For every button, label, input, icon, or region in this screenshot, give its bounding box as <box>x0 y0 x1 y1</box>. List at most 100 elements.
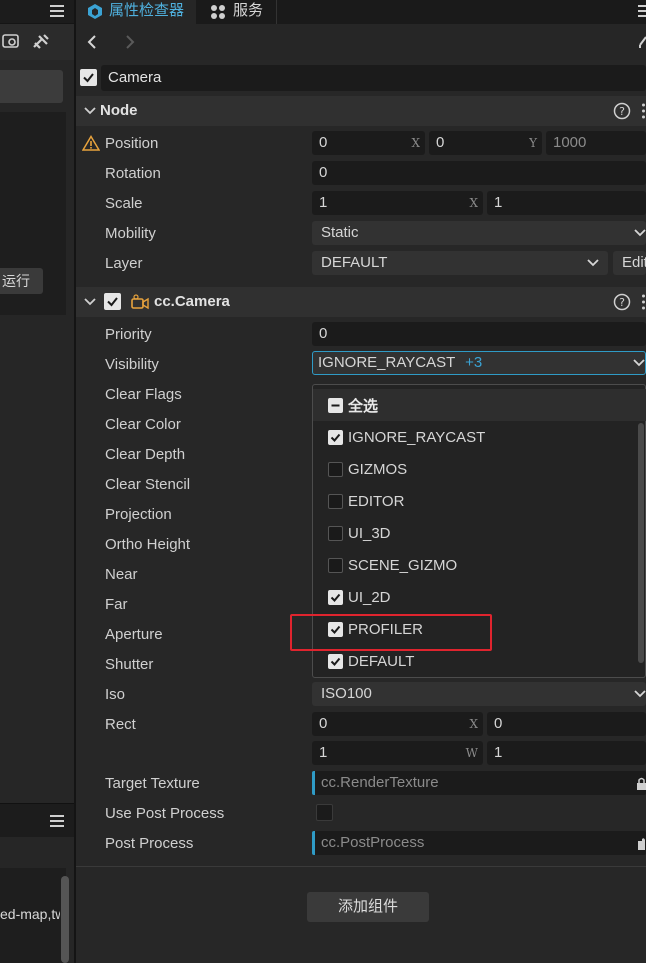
back-icon[interactable] <box>86 34 98 50</box>
tab-inspector[interactable]: 属性检查器 <box>76 0 196 24</box>
rect-w-input[interactable]: 1 W <box>312 741 483 765</box>
position-z-input[interactable]: 1000 <box>546 131 646 155</box>
left-scrollbar[interactable] <box>61 876 69 963</box>
layer-option-scene-gizmo[interactable]: SCENE_GIZMO <box>328 555 457 575</box>
highlight-box <box>290 614 492 651</box>
position-x-input[interactable]: 0 X <box>312 131 425 155</box>
layer-option-ignore-raycast[interactable]: IGNORE_RAYCAST <box>328 427 485 447</box>
tab-divider <box>276 0 277 24</box>
forward-icon[interactable] <box>124 34 136 50</box>
layer-option-default[interactable]: DEFAULT <box>328 651 414 671</box>
rect-h-input[interactable]: 1 <box>487 741 646 765</box>
layer-edit-button[interactable]: Edit <box>613 251 646 275</box>
clear-stencil-label: Clear Stencil <box>105 476 191 493</box>
rect-w-value: 1 <box>319 744 328 761</box>
section-menu-icon[interactable] <box>641 102 646 120</box>
scale-x-value: 1 <box>319 194 328 211</box>
option-label: GIZMOS <box>348 460 408 478</box>
select-all-label: 全选 <box>348 397 379 415</box>
option-label: EDITOR <box>348 492 405 510</box>
option-label: UI_3D <box>348 524 391 542</box>
rect-x-input[interactable]: 0 X <box>312 712 483 736</box>
layer-value: DEFAULT <box>321 254 388 271</box>
chevron-down-icon <box>587 258 599 268</box>
help-icon[interactable]: ? <box>613 102 631 120</box>
position-y-input[interactable]: 0 Y <box>429 131 542 155</box>
lock-icon[interactable] <box>636 777 646 791</box>
menu-icon[interactable] <box>49 813 65 829</box>
file-item[interactable]: ed-map,tw <box>0 906 60 922</box>
w-axis-tag: W <box>465 746 478 760</box>
use-post-process-checkbox[interactable] <box>316 804 333 821</box>
node-active-checkbox[interactable] <box>80 69 97 86</box>
camera-section-title: cc.Camera <box>154 293 230 310</box>
priority-input[interactable]: 0 <box>312 322 646 346</box>
post-process-field[interactable]: cc.PostProcess <box>312 831 646 855</box>
puzzle-icon[interactable] <box>636 837 646 851</box>
near-label: Near <box>105 566 138 583</box>
dropdown-scrollbar[interactable] <box>638 423 644 663</box>
pin-icon[interactable] <box>638 35 646 49</box>
option-checkbox[interactable] <box>328 589 343 605</box>
scale-y-input[interactable]: 1 <box>487 191 646 215</box>
layer-option-ui-3d[interactable]: UI_3D <box>328 523 391 543</box>
add-component-button[interactable]: 添加组件 <box>307 892 429 922</box>
position-y-value: 0 <box>436 134 445 151</box>
node-section-title: Node <box>100 102 138 119</box>
position-x-value: 0 <box>319 134 328 151</box>
node-name-input[interactable]: Camera <box>101 65 646 91</box>
visibility-value: IGNORE_RAYCAST <box>318 354 455 371</box>
option-checkbox[interactable] <box>328 653 343 669</box>
tab-services[interactable]: 服务 <box>196 0 276 24</box>
x-axis-tag: X <box>469 196 478 210</box>
select-all-option[interactable]: 全选 <box>328 395 378 415</box>
target-texture-field[interactable]: cc.RenderTexture <box>312 771 646 795</box>
option-checkbox[interactable] <box>328 525 343 541</box>
layer-option-editor[interactable]: EDITOR <box>328 491 404 511</box>
iso-label: Iso <box>105 686 126 703</box>
x-axis-tag: X <box>411 136 420 150</box>
option-label: IGNORE_RAYCAST <box>348 428 486 446</box>
chevron-down-icon <box>84 106 96 116</box>
layer-select[interactable]: DEFAULT <box>312 251 608 275</box>
grid-icon <box>210 4 226 20</box>
layer-option-gizmos[interactable]: GIZMOS <box>328 459 407 479</box>
far-label: Far <box>105 596 128 613</box>
node-section-header[interactable]: Node ? <box>76 96 646 126</box>
section-divider <box>76 866 646 867</box>
visibility-select[interactable]: IGNORE_RAYCAST +3 <box>312 351 646 375</box>
camera-enabled-checkbox[interactable] <box>104 293 121 310</box>
select-all-checkbox[interactable] <box>328 397 343 413</box>
rotation-input[interactable]: 0 <box>312 161 646 185</box>
camera-component-icon <box>131 294 149 310</box>
menu-icon[interactable] <box>638 3 646 19</box>
projection-label: Projection <box>105 506 172 523</box>
run-button[interactable]: 运行 <box>0 268 43 294</box>
left-selected-row[interactable] <box>0 70 63 103</box>
left-lower-header <box>0 803 74 837</box>
option-checkbox[interactable] <box>328 557 343 573</box>
scale-x-input[interactable]: 1 X <box>312 191 483 215</box>
section-menu-icon[interactable] <box>641 293 646 311</box>
iso-select[interactable]: ISO100 <box>312 682 646 706</box>
option-checkbox[interactable] <box>328 429 343 445</box>
camera-section-header[interactable]: cc.Camera ? <box>76 287 646 317</box>
option-checkbox[interactable] <box>328 461 343 477</box>
option-checkbox[interactable] <box>328 493 343 509</box>
clear-depth-label: Clear Depth <box>105 446 186 463</box>
inspector-icon <box>87 3 103 20</box>
y-axis-tag: Y <box>529 136 537 150</box>
left-panel: 运行 ed-map,tw <box>0 0 74 963</box>
use-post-process-label: Use Post Process <box>105 805 225 822</box>
help-icon[interactable]: ? <box>613 293 631 311</box>
tools-icon[interactable] <box>31 32 51 52</box>
layer-option-ui-2d[interactable]: UI_2D <box>328 587 391 607</box>
mobility-value: Static <box>321 224 359 241</box>
chevron-down-icon <box>633 358 645 368</box>
preview-icon[interactable] <box>2 33 20 51</box>
mobility-select[interactable]: Static <box>312 221 646 245</box>
menu-icon[interactable] <box>49 3 65 19</box>
rect-y-input[interactable]: 0 <box>487 712 646 736</box>
layer-label: Layer <box>105 255 143 272</box>
chevron-down-icon <box>84 297 96 307</box>
